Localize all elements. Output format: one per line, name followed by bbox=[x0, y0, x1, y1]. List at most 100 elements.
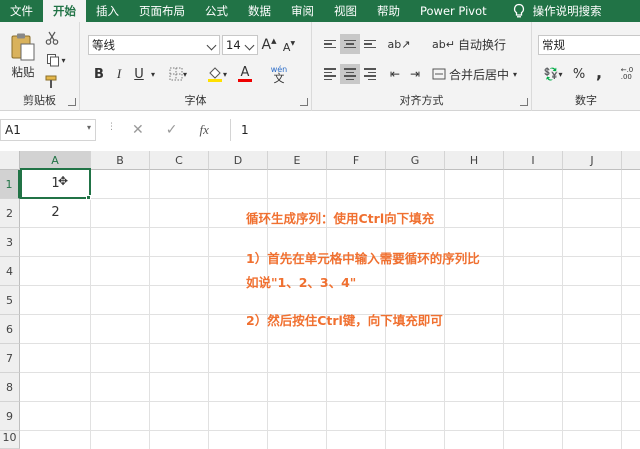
align-middle-button[interactable] bbox=[340, 34, 360, 54]
chevron-down-icon: ▾ bbox=[513, 69, 518, 79]
fill-color-button[interactable]: ▾ bbox=[204, 64, 230, 84]
clipboard-launcher-icon[interactable] bbox=[68, 98, 76, 106]
alignment-launcher-icon[interactable] bbox=[520, 98, 528, 106]
column-header-k[interactable] bbox=[622, 151, 640, 170]
wrap-text-label: 自动换行 bbox=[457, 37, 506, 52]
tab-review[interactable]: 审阅 bbox=[281, 0, 324, 22]
number-group: 常规 💱 ▾ % , ←.0.00 数字 bbox=[532, 22, 640, 111]
row-header-10[interactable]: 10 bbox=[0, 431, 20, 449]
row-header-9[interactable]: 9 bbox=[0, 402, 20, 431]
column-header-h[interactable]: H bbox=[445, 151, 504, 170]
copy-icon bbox=[47, 54, 60, 67]
italic-button[interactable]: I bbox=[110, 64, 128, 84]
column-header-c[interactable]: C bbox=[150, 151, 209, 170]
grow-font-button[interactable]: A ▲ bbox=[260, 35, 278, 55]
row-header-2[interactable]: 2 bbox=[0, 199, 20, 228]
row-header-4[interactable]: 4 bbox=[0, 257, 20, 286]
cell-a2[interactable]: 2 bbox=[20, 205, 91, 220]
row-header-6[interactable]: 6 bbox=[0, 315, 20, 344]
grid-line bbox=[208, 170, 209, 449]
align-top-button[interactable] bbox=[320, 34, 340, 54]
insert-function-button[interactable]: fx bbox=[199, 122, 208, 138]
row-header-8[interactable]: 8 bbox=[0, 373, 20, 402]
cancel-icon[interactable]: ✕ bbox=[132, 122, 144, 138]
tab-data[interactable]: 数据 bbox=[238, 0, 281, 22]
name-box[interactable]: A1 ▾ bbox=[0, 119, 96, 141]
select-all-corner[interactable] bbox=[0, 151, 20, 170]
enter-icon[interactable]: ✓ bbox=[166, 122, 178, 138]
formula-bar-handle-icon[interactable]: ⋮ bbox=[107, 123, 116, 136]
font-size-select[interactable]: 14 bbox=[222, 35, 258, 55]
tab-insert[interactable]: 插入 bbox=[86, 0, 129, 22]
align-center-button[interactable] bbox=[340, 64, 360, 84]
row-header-1[interactable]: 1 bbox=[0, 170, 20, 199]
active-cell-border bbox=[20, 168, 91, 199]
format-painter-button[interactable] bbox=[44, 74, 60, 90]
grow-font-icon: A bbox=[261, 37, 272, 53]
underline-dropdown-icon[interactable]: ▾ bbox=[148, 64, 158, 84]
underline-button[interactable]: U bbox=[130, 64, 148, 84]
borders-button[interactable]: ▾ bbox=[166, 64, 190, 84]
row-header-7[interactable]: 7 bbox=[0, 344, 20, 373]
column-header-i[interactable]: I bbox=[504, 151, 563, 170]
align-left-button[interactable] bbox=[320, 64, 340, 84]
tab-home[interactable]: 开始 bbox=[43, 0, 86, 22]
paste-label: 粘贴 bbox=[11, 65, 35, 79]
comma-style-button[interactable]: , bbox=[592, 62, 606, 82]
grid-line bbox=[20, 401, 640, 402]
caret-down-icon: ▼ bbox=[290, 39, 296, 47]
formula-input[interactable]: 1 bbox=[230, 119, 640, 141]
currency-icon: 💱 bbox=[543, 67, 559, 81]
number-format-select[interactable]: 常规 bbox=[538, 35, 640, 55]
instruction-line-2: 1）首先在单元格中输入需要循环的序列比 bbox=[246, 251, 480, 266]
align-middle-icon bbox=[344, 38, 356, 51]
column-header-j[interactable]: J bbox=[563, 151, 622, 170]
tab-file[interactable]: 文件 bbox=[0, 0, 43, 22]
font-group: 等线 14 A ▲ A ▼ B I U ▾ ▾ ▾ A wén 文 字体 bbox=[80, 22, 312, 111]
align-right-button[interactable] bbox=[360, 64, 380, 84]
tab-formulas[interactable]: 公式 bbox=[195, 0, 238, 22]
tell-me-search[interactable]: 操作说明搜索 bbox=[507, 0, 612, 22]
border-icon bbox=[169, 67, 183, 81]
cut-button[interactable] bbox=[44, 30, 60, 46]
ribbon: 粘贴 ▾ 剪贴板 等线 14 A ▲ A ▼ B I U ▾ ▾ ▾ A wén… bbox=[0, 22, 640, 111]
merge-cells-icon bbox=[432, 68, 446, 80]
column-header-d[interactable]: D bbox=[209, 151, 268, 170]
decrease-indent-button[interactable]: ⇤ bbox=[386, 64, 404, 84]
column-header-e[interactable]: E bbox=[268, 151, 327, 170]
formula-controls: ✕ ✓ fx bbox=[120, 119, 230, 141]
orientation-button[interactable]: ab↗ bbox=[386, 34, 412, 54]
chevron-down-icon: ▾ bbox=[86, 123, 91, 132]
font-name-select[interactable]: 等线 bbox=[88, 35, 220, 55]
tab-power-pivot[interactable]: Power Pivot bbox=[410, 0, 497, 22]
wrap-text-button[interactable]: ab↵ 自动换行 bbox=[432, 34, 522, 54]
shrink-font-button[interactable]: A ▼ bbox=[280, 37, 298, 57]
font-launcher-icon[interactable] bbox=[300, 98, 308, 106]
wen-glyph-icon: 文 bbox=[273, 72, 285, 85]
fill-handle[interactable] bbox=[86, 195, 91, 200]
tab-view[interactable]: 视图 bbox=[324, 0, 367, 22]
row-header-5[interactable]: 5 bbox=[0, 286, 20, 315]
increase-decimal-button[interactable]: ←.0.00 bbox=[616, 64, 638, 84]
tab-help[interactable]: 帮助 bbox=[367, 0, 410, 22]
column-header-b[interactable]: B bbox=[91, 151, 150, 170]
column-header-g[interactable]: G bbox=[386, 151, 445, 170]
align-bottom-button[interactable] bbox=[360, 34, 380, 54]
bold-button[interactable]: B bbox=[90, 64, 108, 84]
align-right-icon bbox=[364, 66, 376, 82]
row-header-3[interactable]: 3 bbox=[0, 228, 20, 257]
accounting-format-button[interactable]: 💱 ▾ bbox=[540, 64, 566, 84]
number-format-value: 常规 bbox=[542, 38, 565, 52]
merge-center-button[interactable]: 合并后居中 ▾ bbox=[432, 64, 528, 84]
copy-button[interactable]: ▾ bbox=[44, 52, 68, 68]
tab-page-layout[interactable]: 页面布局 bbox=[129, 0, 195, 22]
caret-up-icon: ▲ bbox=[271, 37, 277, 45]
font-color-button[interactable]: A bbox=[232, 64, 258, 84]
column-header-f[interactable]: F bbox=[327, 151, 386, 170]
paste-button[interactable]: 粘贴 bbox=[6, 28, 40, 84]
font-group-label: 字体 bbox=[184, 94, 207, 107]
increase-indent-button[interactable]: ⇥ bbox=[406, 64, 424, 84]
name-box-value: A1 bbox=[5, 123, 21, 137]
percent-button[interactable]: % bbox=[570, 64, 588, 84]
phonetic-guide-button[interactable]: wén 文 bbox=[266, 62, 292, 86]
